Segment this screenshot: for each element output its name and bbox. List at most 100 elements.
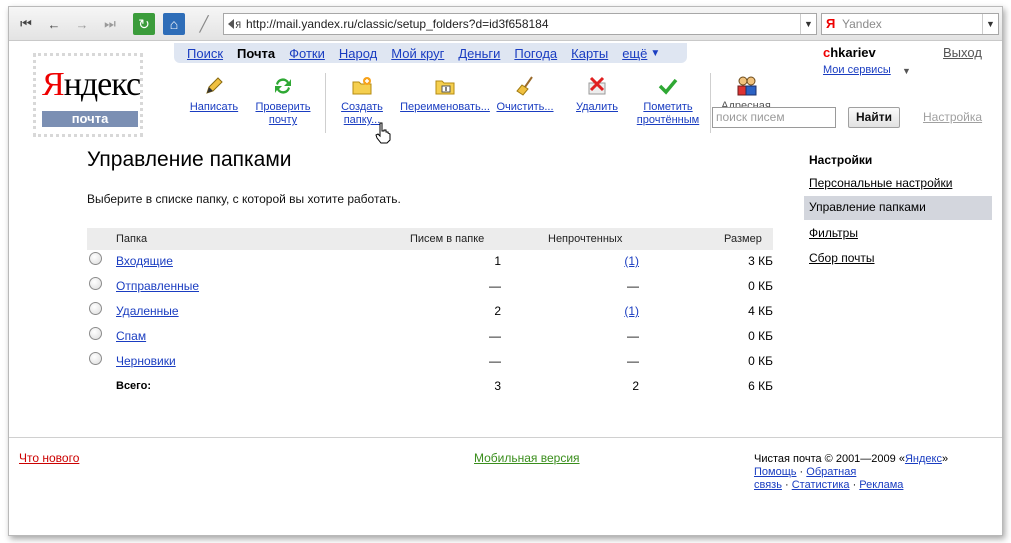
- sidebar-item-personal[interactable]: Персональные настройки: [804, 172, 992, 196]
- rename-folder-icon: [434, 75, 456, 97]
- check-mail-label-1: Проверить: [255, 101, 311, 113]
- folders-table-header: Папка Писем в папке Непрочтенных Размер: [87, 228, 773, 250]
- write-button[interactable]: Написать: [187, 75, 241, 114]
- mobile-version-link[interactable]: Мобильная версия: [474, 451, 580, 465]
- sidebar-item-mail-collector[interactable]: Сбор почты: [804, 247, 992, 271]
- username: chkariev: [823, 45, 876, 60]
- back-icon[interactable]: ←: [43, 13, 65, 35]
- address-book-button[interactable]: Адресная: [719, 75, 773, 107]
- message-count: 1: [494, 254, 501, 268]
- search-engine-name: Yandex: [842, 17, 882, 31]
- unread-count-link[interactable]: (1): [624, 304, 639, 318]
- footer-divider: [9, 437, 1002, 438]
- column-size: Размер: [724, 233, 762, 245]
- folder-row-deleted[interactable]: Удаленные 2 (1) 4 КБ: [87, 302, 773, 326]
- folder-radio[interactable]: [89, 252, 102, 265]
- feedback-link-1[interactable]: Обратная: [806, 466, 856, 478]
- address-url: http://mail.yandex.ru/classic/setup_fold…: [246, 17, 549, 31]
- settings-menu-title: Настройки: [809, 153, 873, 167]
- column-unread: Непрочтенных: [548, 233, 623, 245]
- address-dropdown-icon[interactable]: ▼: [800, 14, 816, 34]
- folder-size: 3 КБ: [748, 254, 773, 268]
- delete-button[interactable]: Удалить: [572, 75, 622, 114]
- edit-pen-icon[interactable]: ╱: [193, 13, 215, 35]
- browser-search-box[interactable]: Я Yandex ▼: [821, 13, 999, 35]
- pencil-icon: [203, 75, 225, 97]
- service-link-money[interactable]: Деньги: [458, 46, 500, 61]
- logout-link[interactable]: Выход: [943, 45, 982, 60]
- rewind-icon[interactable]: ⏮: [15, 13, 37, 35]
- search-engine-dropdown-icon[interactable]: ▼: [982, 14, 998, 34]
- address-bar[interactable]: Я http://mail.yandex.ru/classic/setup_fo…: [223, 13, 817, 35]
- folder-size: 0 КБ: [748, 329, 773, 343]
- write-label: Написать: [189, 101, 239, 113]
- create-folder-button[interactable]: Создать папку...: [339, 75, 385, 127]
- folder-radio[interactable]: [89, 327, 102, 340]
- logo-subtitle: почта: [42, 111, 138, 127]
- folder-radio[interactable]: [89, 352, 102, 365]
- yandex-mail-logo[interactable]: Яндекс почта: [33, 53, 143, 137]
- fast-forward-icon[interactable]: ⏭: [99, 13, 121, 35]
- folder-size: 0 КБ: [748, 354, 773, 368]
- browser-toolbar: ⏮ ← → ⏭ ↻ ⌂ ╱ Я http://mail.yandex.ru/cl…: [9, 7, 1002, 41]
- reload-icon[interactable]: ↻: [133, 13, 155, 35]
- folder-name-link[interactable]: Спам: [116, 329, 146, 343]
- settings-link[interactable]: Настройка: [923, 110, 982, 124]
- services-more-link[interactable]: ещё: [622, 46, 647, 61]
- folder-radio[interactable]: [89, 277, 102, 290]
- folder-row-drafts[interactable]: Черновики — — 0 КБ: [87, 352, 773, 376]
- folder-name-link[interactable]: Удаленные: [116, 304, 179, 318]
- unread-count-link[interactable]: (1): [624, 254, 639, 268]
- delete-x-icon: [586, 75, 608, 97]
- whats-new-link[interactable]: Что нового: [19, 451, 79, 465]
- find-button[interactable]: Найти: [848, 107, 900, 128]
- logo-wordmark: Яндекс: [42, 66, 141, 103]
- ads-link[interactable]: Реклама: [859, 479, 903, 491]
- mark-read-button[interactable]: Пометить прочтённым: [635, 75, 701, 127]
- message-count: —: [489, 279, 501, 293]
- folder-size: 4 КБ: [748, 304, 773, 318]
- unread-count: —: [627, 329, 639, 343]
- home-icon[interactable]: ⌂: [163, 13, 185, 35]
- svg-text:Я: Я: [235, 21, 241, 31]
- check-mail-label-2: почту: [268, 114, 298, 126]
- footer-copyright: Чистая почта © 2001—2009 «Яндекс» Помощь…: [754, 453, 949, 491]
- service-link-mail[interactable]: Почта: [237, 46, 275, 61]
- rename-folder-label: Переименовать...: [400, 101, 490, 113]
- my-services-link[interactable]: Мои сервисы: [823, 64, 891, 76]
- mail-search-input[interactable]: поиск писем: [712, 107, 836, 128]
- folder-name-link[interactable]: Отправленные: [116, 279, 199, 293]
- folder-row-total: Всего: 3 2 6 КБ: [87, 377, 773, 401]
- folder-name-link[interactable]: Входящие: [116, 254, 173, 268]
- my-services-dropdown-icon[interactable]: ▼: [902, 66, 911, 76]
- statistics-link[interactable]: Статистика: [792, 479, 850, 491]
- folder-row-spam[interactable]: Спам — — 0 КБ: [87, 327, 773, 351]
- service-link-search[interactable]: Поиск: [187, 46, 223, 61]
- folder-row-sent[interactable]: Отправленные — — 0 КБ: [87, 277, 773, 301]
- clear-folder-button[interactable]: Очистить...: [495, 75, 555, 114]
- sidebar-item-folders[interactable]: Управление папками: [804, 196, 992, 220]
- folder-name-link[interactable]: Черновики: [116, 354, 176, 368]
- help-link[interactable]: Помощь: [754, 466, 797, 478]
- service-link-moikrug[interactable]: Мой круг: [391, 46, 444, 61]
- service-link-narod[interactable]: Народ: [339, 46, 377, 61]
- service-link-maps[interactable]: Карты: [571, 46, 608, 61]
- check-mail-button[interactable]: Проверить почту: [255, 75, 311, 127]
- folder-radio[interactable]: [89, 302, 102, 315]
- delete-label: Удалить: [576, 101, 618, 113]
- site-favicon-icon: Я: [227, 16, 243, 32]
- more-dropdown-icon[interactable]: ▼: [650, 48, 660, 59]
- feedback-link-2[interactable]: связь: [754, 479, 782, 491]
- message-count: —: [489, 354, 501, 368]
- total-count: 3: [494, 379, 501, 393]
- sidebar-item-filters[interactable]: Фильтры: [804, 222, 992, 246]
- create-folder-label-1: Создать: [341, 101, 383, 113]
- rename-folder-button[interactable]: Переименовать...: [398, 75, 492, 114]
- service-link-weather[interactable]: Погода: [514, 46, 557, 61]
- total-size: 6 КБ: [748, 379, 773, 393]
- forward-icon[interactable]: →: [71, 13, 93, 35]
- folder-row-inbox[interactable]: Входящие 1 (1) 3 КБ: [87, 252, 773, 276]
- service-link-photos[interactable]: Фотки: [289, 46, 325, 61]
- yandex-link[interactable]: Яндекс: [905, 453, 942, 465]
- clear-folder-label: Очистить...: [496, 101, 554, 113]
